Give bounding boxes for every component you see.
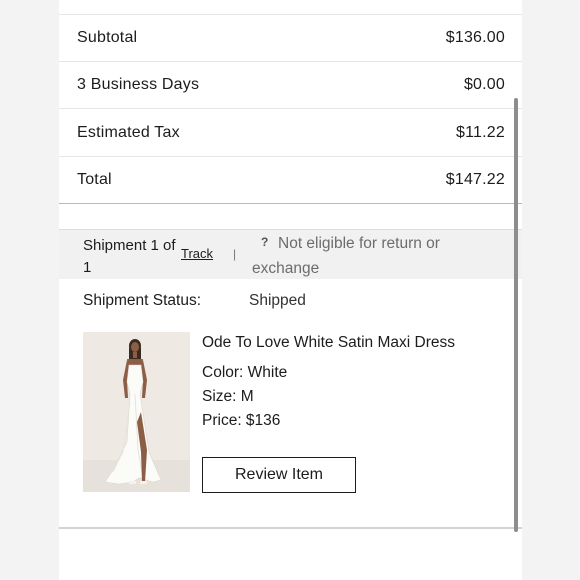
shipment-title: Shipment 1 of 1 [83, 237, 176, 276]
review-item-button[interactable]: Review Item [202, 457, 356, 493]
subtotal-row: Subtotal $136.00 [59, 15, 522, 62]
shipment-status-value: Shipped [249, 292, 306, 309]
product-name[interactable]: Ode To Love White Satin Maxi Dress [202, 334, 455, 352]
subtotal-value: $136.00 [445, 29, 505, 46]
total-value: $147.22 [445, 171, 505, 188]
total-label: Total [77, 171, 112, 188]
product-size: Size: M [202, 388, 254, 405]
separator: | [233, 247, 237, 261]
divider [59, 527, 522, 529]
tax-row: Estimated Tax $11.22 [59, 110, 522, 157]
product-image[interactable] [83, 332, 190, 492]
subtotal-label: Subtotal [77, 29, 138, 46]
tax-value: $11.22 [456, 124, 505, 141]
scrollbar[interactable] [514, 98, 518, 532]
product-color: Color: White [202, 364, 288, 381]
dress-photo-icon [83, 332, 190, 492]
product-price: Price: $136 [202, 412, 281, 429]
total-row: Total $147.22 [59, 157, 522, 204]
shipment-header: Shipment 1 of 1 Track | Not eligible for… [59, 229, 522, 279]
tax-label: Estimated Tax [77, 124, 180, 141]
shipment-status-label: Shipment Status: [83, 292, 202, 309]
return-eligibility-note: Not eligible for return or exchange [252, 235, 440, 277]
shipping-row: 3 Business Days $0.00 [59, 62, 522, 109]
order-summary-card: Subtotal $136.00 3 Business Days $0.00 E… [59, 0, 522, 580]
shipping-value: $0.00 [463, 76, 505, 93]
shipping-label: 3 Business Days [77, 76, 200, 93]
track-link[interactable]: Track [181, 246, 213, 261]
question-mark-icon[interactable]: ? [261, 235, 268, 249]
